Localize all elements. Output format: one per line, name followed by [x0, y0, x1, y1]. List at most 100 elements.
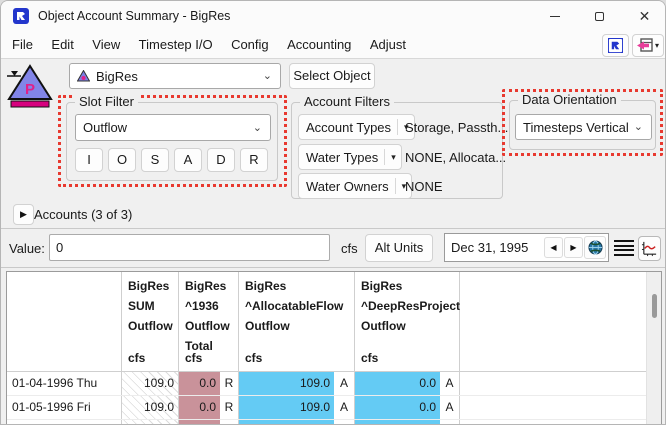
date-field[interactable]: Dec 31, 1995	[445, 240, 544, 255]
cell-sum-outflow[interactable]: 109.0	[122, 420, 179, 425]
select-object-button[interactable]: Select Object	[289, 63, 375, 89]
cell-allocatableflow-outflow[interactable]: 109.0	[239, 420, 334, 425]
menu-item-adjust[interactable]: Adjust	[363, 31, 413, 58]
cell-sum-outflow[interactable]: 109.0	[122, 396, 179, 419]
account-filters-group: Account Filters Account Types ▾ Storage,…	[291, 102, 503, 199]
rows-icon	[614, 240, 634, 242]
app-window: Object Account Summary - BigRes ✕ File E…	[0, 0, 666, 425]
table-row[interactable]: 01-04-1996 Thu 109.0 0.0 R 109.0 A 0.0 A	[7, 372, 661, 396]
account-filters-title: Account Filters	[300, 94, 394, 109]
close-icon: ✕	[639, 8, 651, 24]
account-view-button[interactable]: ▾	[632, 34, 664, 57]
cell-allocatableflow-outflow[interactable]: 109.0	[239, 372, 334, 395]
flag-1936: R	[220, 372, 239, 395]
riverware-logo-icon	[608, 38, 623, 53]
value-input[interactable]: 0	[49, 234, 330, 261]
cell-allocatableflow-outflow[interactable]: 109.0	[239, 396, 334, 419]
riverware-home-button[interactable]	[602, 34, 629, 57]
global-time-button[interactable]	[584, 236, 606, 259]
vertical-scrollbar[interactable]	[646, 272, 661, 425]
account-types-value: Storage, Passth...	[405, 120, 508, 135]
data-orientation-combo[interactable]: Timesteps Vertical ⌄	[515, 114, 652, 140]
chevron-down-icon: ⌄	[253, 123, 262, 133]
corner-header-cell	[7, 272, 122, 371]
water-types-label: Water Types	[306, 150, 378, 165]
table-row[interactable]: 01-05-1996 Fri 109.0 0.0 R 109.0 A 0.0 A	[7, 396, 661, 420]
row-header-date: 01-06-1996 Sat	[7, 420, 122, 425]
left-arrow-icon: ◀	[550, 243, 556, 252]
divider	[384, 149, 385, 165]
dropdown-arrow-icon: ▾	[655, 41, 659, 50]
data-orientation-title: Data Orientation	[518, 92, 621, 107]
cell-1936-outflow[interactable]: 0.0	[179, 420, 220, 425]
io-button-r[interactable]: R	[240, 148, 268, 172]
flag-allocatableflow: A	[334, 372, 355, 395]
date-navigator: Dec 31, 1995 ◀ ▶	[444, 233, 609, 262]
flag-1936: R	[220, 396, 239, 419]
menu-item-view[interactable]: View	[85, 31, 127, 58]
column-header-allocatableflow-outflow[interactable]: BigRes ^AllocatableFlow Outflow cfs	[239, 272, 355, 371]
title-bar: Object Account Summary - BigRes ✕	[1, 1, 666, 31]
divider	[395, 178, 396, 194]
divider	[397, 119, 398, 135]
flag-allocatableflow: A	[334, 420, 355, 425]
data-orientation-value: Timesteps Vertical	[523, 120, 629, 135]
accounts-expander-label: Accounts (3 of 3)	[34, 207, 132, 222]
cell-sum-outflow[interactable]: 109.0	[122, 372, 179, 395]
column-header-1936-outflow-total[interactable]: BigRes ^1936 Outflow Total cfs	[179, 272, 239, 371]
account-summary-table: BigRes SUM Outflow cfs BigRes ^1936 Outf…	[6, 271, 662, 425]
cell-1936-outflow[interactable]: 0.0	[179, 396, 220, 419]
value-label: Value:	[9, 241, 45, 256]
alt-units-button[interactable]: Alt Units	[365, 234, 433, 262]
divider	[1, 267, 666, 268]
cell-1936-outflow[interactable]: 0.0	[179, 372, 220, 395]
column-header-sum-outflow[interactable]: BigRes SUM Outflow cfs	[122, 272, 179, 371]
riverware-logo-icon	[13, 8, 29, 24]
water-types-button[interactable]: Water Types ▾	[298, 144, 402, 170]
row-view-button[interactable]	[613, 238, 635, 258]
table-header-row: BigRes SUM Outflow cfs BigRes ^1936 Outf…	[7, 272, 661, 372]
prev-timestep-button[interactable]: ◀	[544, 237, 563, 258]
maximize-icon	[595, 12, 604, 21]
menu-item-config[interactable]: Config	[224, 31, 276, 58]
data-orientation-group: Data Orientation Timesteps Vertical ⌄	[509, 100, 656, 150]
divider	[1, 228, 666, 229]
minimize-button[interactable]	[532, 1, 577, 31]
io-button-i[interactable]: I	[75, 148, 103, 172]
expander-triangle-icon: ▶	[20, 209, 27, 219]
io-button-d[interactable]: D	[207, 148, 235, 172]
maximize-button[interactable]	[577, 1, 622, 31]
object-selector-combo[interactable]: BigRes ⌄	[69, 63, 281, 89]
flag-allocatableflow: A	[334, 396, 355, 419]
flag-deepresproject: A	[440, 372, 460, 395]
cell-deepresproject-outflow[interactable]: 0.0	[355, 372, 440, 395]
accounts-expander-button[interactable]: ▶	[13, 204, 34, 225]
scrollbar-thumb[interactable]	[652, 294, 657, 318]
io-button-a[interactable]: A	[174, 148, 202, 172]
reservoir-mini-icon	[77, 70, 90, 82]
menu-item-edit[interactable]: Edit	[44, 31, 80, 58]
column-header-deepresproject-outflow[interactable]: BigRes ^DeepResProject Outflow cfs	[355, 272, 460, 371]
next-timestep-button[interactable]: ▶	[564, 237, 583, 258]
row-header-date: 01-04-1996 Thu	[7, 372, 122, 395]
menu-item-file[interactable]: File	[5, 31, 40, 58]
cell-deepresproject-outflow[interactable]: 0.0	[355, 420, 440, 425]
slot-filter-value: Outflow	[83, 120, 127, 135]
water-owners-button[interactable]: Water Owners ▾	[298, 173, 412, 199]
menu-item-accounting[interactable]: Accounting	[280, 31, 358, 58]
account-types-button[interactable]: Account Types ▾	[298, 114, 415, 140]
row-header-date: 01-05-1996 Fri	[7, 396, 122, 419]
plot-button[interactable]	[638, 236, 661, 261]
account-types-label: Account Types	[306, 120, 391, 135]
slot-filter-combo[interactable]: Outflow ⌄	[75, 114, 271, 141]
plot-icon	[641, 240, 658, 257]
table-row[interactable]: 01-06-1996 Sat 109.0 0.0 R 109.0 A 0.0 A	[7, 420, 661, 425]
menu-item-timestep-io[interactable]: Timestep I/O	[132, 31, 220, 58]
cell-deepresproject-outflow[interactable]: 0.0	[355, 396, 440, 419]
io-button-s[interactable]: S	[141, 148, 169, 172]
water-owners-value: NONE	[405, 179, 443, 194]
water-owners-label: Water Owners	[306, 179, 389, 194]
flag-1936: R	[220, 420, 239, 425]
io-button-o[interactable]: O	[108, 148, 136, 172]
close-button[interactable]: ✕	[622, 1, 666, 31]
